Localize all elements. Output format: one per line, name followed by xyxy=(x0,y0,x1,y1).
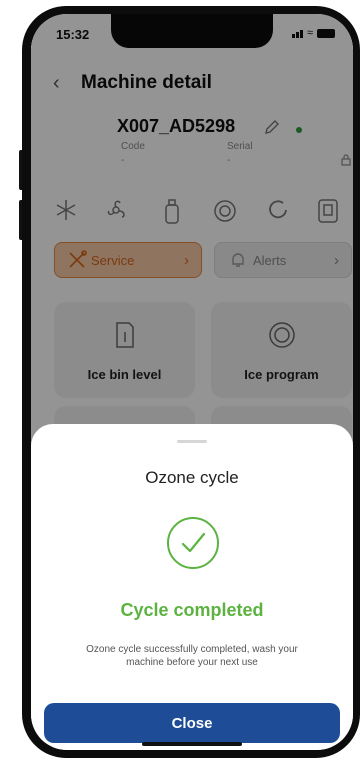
phone-frame: 15:32 ≈ ‹ Machine detail X007_AD5298 Cod… xyxy=(22,6,360,758)
ozone-cycle-sheet: Ozone cycle Cycle completed Ozone cycle … xyxy=(31,424,353,750)
close-button[interactable]: Close xyxy=(44,703,340,743)
sheet-title: Ozone cycle xyxy=(145,468,239,487)
cycle-status: Cycle completed xyxy=(120,600,264,620)
machine-detail-screen: 15:32 ≈ ‹ Machine detail X007_AD5298 Cod… xyxy=(31,14,353,750)
check-circle-icon xyxy=(167,517,219,569)
cycle-message: Ozone cycle successfully completed, wash… xyxy=(86,644,298,668)
phone-screen: 15:32 ≈ ‹ Machine detail X007_AD5298 Cod… xyxy=(31,14,353,750)
home-indicator xyxy=(142,742,242,746)
sheet-handle[interactable] xyxy=(177,440,207,443)
